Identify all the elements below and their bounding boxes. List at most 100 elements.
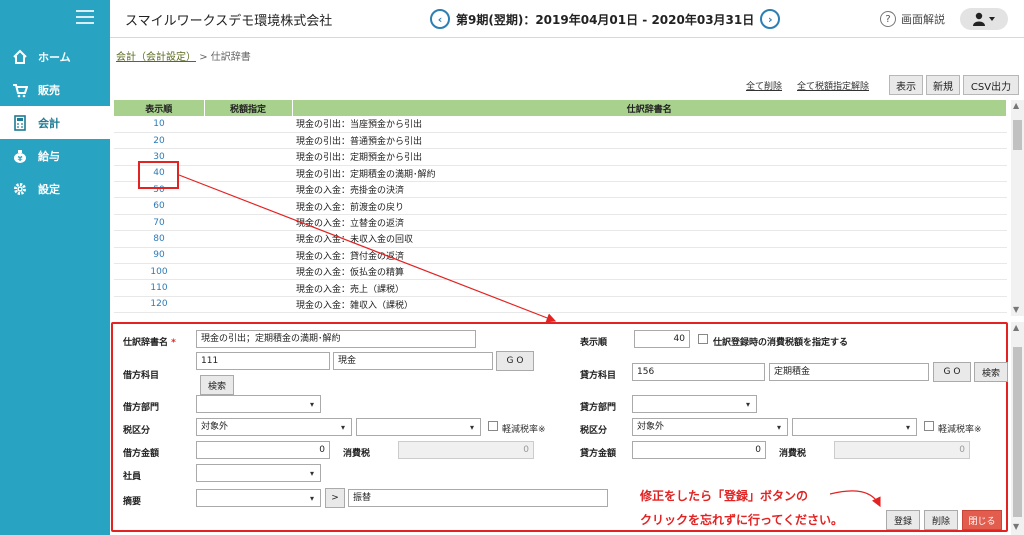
- table-row[interactable]: 100 現金の入金：仮払金の精算: [114, 263, 1007, 281]
- credit-account-label: 貸方科目: [580, 371, 617, 381]
- debit-amount-input[interactable]: 0: [196, 441, 330, 459]
- money-bag-icon: ¥: [12, 148, 28, 164]
- debit-account-label: 借方科目: [123, 371, 160, 381]
- table-row[interactable]: 70 現金の入金：立替金の返済: [114, 214, 1007, 232]
- order-cell[interactable]: 70: [114, 214, 204, 232]
- next-period-button[interactable]: ›: [760, 9, 781, 29]
- debit-go-button[interactable]: G O: [496, 351, 534, 371]
- order-cell[interactable]: 80: [114, 230, 204, 248]
- credit-search-button[interactable]: 検索: [974, 362, 1008, 382]
- name-cell: 現金の入金：未収入金の回収: [292, 230, 1007, 248]
- summary-apply-button[interactable]: >: [325, 488, 345, 508]
- edit-form-panel: 仕訳辞書名 * 現金の引出；定期積金の満期･解約 表示順 40 仕訳登録時の消費…: [111, 322, 1008, 532]
- order-cell[interactable]: 60: [114, 197, 204, 215]
- credit-reduced-rate-checkbox[interactable]: [924, 421, 934, 431]
- debit-reduced-rate-checkbox[interactable]: [488, 421, 498, 431]
- new-button[interactable]: 新規: [926, 75, 960, 95]
- display-order-input[interactable]: 40: [634, 330, 690, 348]
- sidebar-item-accounting[interactable]: 会計: [0, 106, 110, 139]
- register-button[interactable]: 登録: [886, 510, 920, 530]
- column-header-name: 仕訳辞書名: [292, 100, 1007, 116]
- menu-toggle-icon[interactable]: [76, 10, 94, 24]
- credit-account-name-input[interactable]: 定期積金: [769, 363, 929, 381]
- show-button[interactable]: 表示: [889, 75, 923, 95]
- table-row[interactable]: 110 現金の入金：売上（課税）: [114, 279, 1007, 297]
- table-row[interactable]: 90 現金の入金：貸付金の返済: [114, 247, 1007, 265]
- delete-button[interactable]: 削除: [924, 510, 958, 530]
- table-row[interactable]: 50 現金の入金：売掛金の決済: [114, 181, 1007, 199]
- order-cell[interactable]: 120: [114, 296, 204, 314]
- gear-icon: [12, 181, 28, 197]
- table-row[interactable]: 10 現金の引出：当座預金から引出: [114, 116, 1007, 133]
- order-label: 表示順: [580, 338, 608, 348]
- table-row[interactable]: 30 現金の引出：定期預金から引出: [114, 148, 1007, 166]
- sidebar-item-label: 会計: [38, 116, 60, 130]
- summary-label: 摘要: [123, 497, 142, 507]
- scroll-up-icon[interactable]: ▲: [1013, 101, 1019, 110]
- tax-specify-label: 仕訳登録時の消費税額を指定する: [713, 338, 849, 348]
- order-cell[interactable]: 90: [114, 247, 204, 265]
- sidebar-item-sales[interactable]: 販売: [0, 73, 110, 106]
- order-cell[interactable]: 10: [114, 116, 204, 133]
- order-cell[interactable]: 110: [114, 279, 204, 297]
- summary-input[interactable]: 振替: [348, 489, 608, 507]
- sidebar-item-home[interactable]: ホーム: [0, 40, 110, 73]
- close-button[interactable]: 閉じる: [962, 510, 1002, 530]
- scroll-up-icon[interactable]: ▲: [1013, 323, 1019, 332]
- table-row[interactable]: 20 現金の引出：普通預金から引出: [114, 132, 1007, 150]
- page-scrollbar[interactable]: ▲ ▼: [1011, 322, 1024, 535]
- name-cell: 現金の引出：当座預金から引出: [292, 116, 1007, 133]
- name-cell: 現金の入金：売掛金の決済: [292, 181, 1007, 199]
- sidebar-item-label: 給与: [38, 149, 60, 163]
- table-row[interactable]: 120 現金の入金：雑収入（課税）: [114, 296, 1007, 314]
- credit-account-code-input[interactable]: 156: [632, 363, 765, 381]
- breadcrumb: 会計（会計設定） > 仕訳辞書: [116, 48, 251, 63]
- order-cell[interactable]: 100: [114, 263, 204, 281]
- breadcrumb-link-accounting-settings[interactable]: 会計（会計設定）: [116, 52, 196, 63]
- scroll-down-icon[interactable]: ▼: [1013, 522, 1019, 531]
- summary-select[interactable]: [196, 489, 321, 507]
- csv-export-button[interactable]: CSV出力: [963, 75, 1019, 95]
- table-row[interactable]: 40 現金の引出：定期積金の満期･解約: [114, 165, 1007, 183]
- cart-icon: [12, 82, 28, 98]
- order-cell[interactable]: 20: [114, 132, 204, 150]
- name-cell: 現金の引出：定期積金の満期･解約: [292, 165, 1007, 183]
- debit-dept-select[interactable]: [196, 395, 321, 413]
- help-button[interactable]: ? 画面解説: [880, 11, 945, 27]
- table-row[interactable]: 80 現金の入金：未収入金の回収: [114, 230, 1007, 248]
- scroll-down-icon[interactable]: ▼: [1013, 305, 1019, 314]
- clear-all-tax-link[interactable]: 全て税額指定解除: [797, 79, 869, 92]
- debit-account-code-input[interactable]: 111: [196, 352, 330, 370]
- scrollbar-thumb[interactable]: [1013, 347, 1022, 517]
- tax-specify-checkbox[interactable]: [698, 334, 708, 344]
- credit-dept-select[interactable]: [632, 395, 757, 413]
- dictionary-name-input[interactable]: 現金の引出；定期積金の満期･解約: [196, 330, 476, 348]
- employee-select[interactable]: [196, 464, 321, 482]
- table-row[interactable]: 60 現金の入金：前渡金の戻り: [114, 197, 1007, 215]
- credit-tax-class-select[interactable]: 対象外: [632, 418, 788, 436]
- company-name: スマイルワークスデモ環境株式会社: [125, 14, 333, 29]
- required-mark: *: [171, 338, 176, 348]
- column-header-tax: 税額指定: [204, 100, 293, 116]
- scrollbar-thumb[interactable]: [1013, 120, 1022, 150]
- credit-go-button[interactable]: G O: [933, 362, 971, 382]
- credit-tax-rate-select[interactable]: [792, 418, 917, 436]
- sidebar-item-payroll[interactable]: ¥ 給与: [0, 139, 110, 172]
- debit-tax-class-select[interactable]: 対象外: [196, 418, 352, 436]
- debit-search-button[interactable]: 検索: [200, 375, 234, 395]
- help-label: 画面解説: [901, 13, 945, 26]
- debit-account-name-input[interactable]: 現金: [333, 352, 493, 370]
- credit-tax-label: 消費税: [779, 449, 807, 459]
- previous-period-button[interactable]: ‹: [430, 9, 450, 29]
- debit-amount-label: 借方金額: [123, 449, 160, 459]
- table-scrollbar[interactable]: ▲ ▼: [1011, 100, 1024, 316]
- header-bar: スマイルワークスデモ環境株式会社 ‹ 第9期(翌期)：2019年04月01日 -…: [110, 0, 1024, 38]
- delete-all-link[interactable]: 全て削除: [746, 79, 782, 92]
- credit-amount-input[interactable]: 0: [632, 441, 766, 459]
- name-cell: 現金の入金：貸付金の返済: [292, 247, 1007, 265]
- fiscal-period-label: 第9期(翌期)：2019年04月01日 - 2020年03月31日: [456, 12, 755, 27]
- sidebar: ホーム 販売 会計 ¥ 給与 設定: [0, 0, 110, 535]
- user-menu-button[interactable]: [960, 8, 1008, 30]
- sidebar-item-settings[interactable]: 設定: [0, 172, 110, 205]
- debit-tax-rate-select[interactable]: [356, 418, 481, 436]
